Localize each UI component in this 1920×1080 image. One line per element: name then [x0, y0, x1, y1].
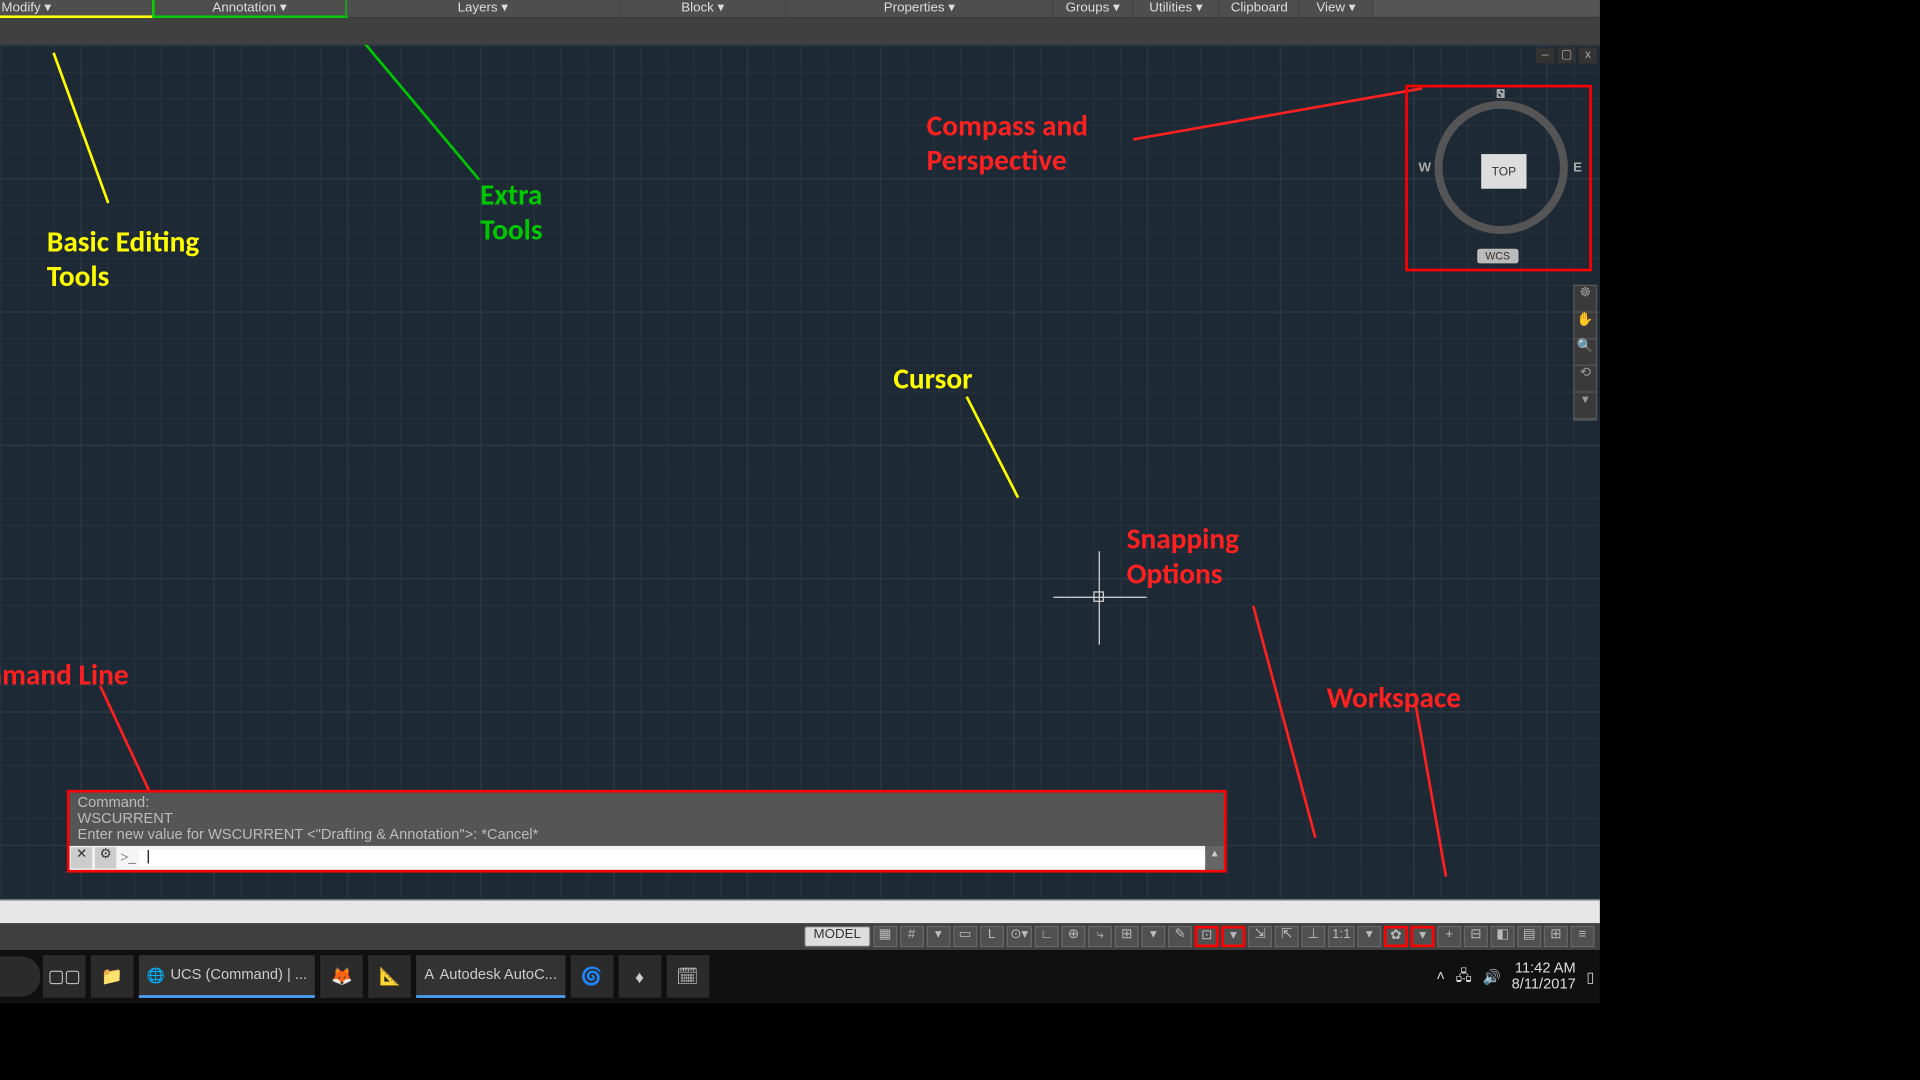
status-btn-11[interactable]: ✎	[1168, 926, 1192, 947]
status-bar: MODEL▦#▾▭L⊙▾∟⊕⤷⊞▾✎⊡▾⇲⇱⊥1:1▾✿▾+⊟◧▤⊞≡	[0, 923, 1600, 950]
nav-wheel-icon[interactable]: ☸	[1575, 286, 1596, 313]
status-btn-21[interactable]: +	[1437, 926, 1461, 947]
panel-view: Base View ▾	[1300, 0, 1373, 17]
panel-annotation: Text Dimension ↗ Linear ▾ ↘ Leader ▾ ▦ T…	[154, 0, 347, 17]
panel-properties: MatchProperties ■ ByLayer —— ByLayer —— …	[787, 0, 1054, 17]
ann-cmdline: Command Line	[0, 658, 129, 693]
tray-net-icon[interactable]: 🖧	[1456, 964, 1472, 989]
status-btn-19[interactable]: ✿	[1384, 926, 1408, 947]
firefox-icon[interactable]: 🦊	[320, 955, 363, 998]
windows-taskbar: ⊞ ◯ Ask me anything ▢▢ 📁 🌐 UCS (Command)…	[0, 950, 1600, 1003]
ribbon: Line Polyline Circle Arc ▾ ▾ ▾ Draw ▾ ✥ …	[0, 0, 1600, 18]
vp-max-icon[interactable]: ▢	[1557, 47, 1576, 63]
panel-clipboard: Paste Clipboard	[1220, 0, 1300, 17]
file-tabs: Start Drawing1 +	[0, 18, 1600, 45]
cmd-close-icon[interactable]: ✕	[71, 847, 92, 868]
status-btn-7[interactable]: ⊕	[1061, 926, 1085, 947]
panel-utilities: Measure Utilities ▾	[1133, 0, 1220, 17]
panel-block: Insert ▢ Create ✎ Edit ✎ Edit Attributes…	[620, 0, 787, 17]
vp-close-icon[interactable]: x	[1579, 47, 1598, 63]
status-btn-26[interactable]: ≡	[1571, 926, 1595, 947]
ann-workspace: Workspace	[1327, 681, 1461, 716]
status-btn-16[interactable]: ⊥	[1301, 926, 1325, 947]
viewcube-top[interactable]: TOP	[1481, 154, 1526, 189]
status-btn-20[interactable]: ▾	[1411, 926, 1435, 947]
ann-basic-edit: Basic EditingTools	[47, 225, 199, 295]
task-icon-2[interactable]: ♦	[618, 955, 661, 998]
layout-tabs: ModelLayout1Layout2+	[0, 899, 1600, 923]
command-input[interactable]	[138, 850, 1205, 866]
task-icon-1[interactable]: 🌀	[570, 955, 613, 998]
drawing-area[interactable]: [–][Top][2D Wireframe] – ▢ x VisualStyle…	[0, 45, 1600, 899]
chrome-task[interactable]: 🌐 UCS (Command) | ...	[139, 955, 315, 998]
ann-compass: Compass andPerspective	[927, 109, 1088, 179]
nav-pan-icon[interactable]: ✋	[1575, 313, 1596, 340]
panel-groups: Group Groups ▾	[1053, 0, 1133, 17]
status-btn-9[interactable]: ⊞	[1115, 926, 1139, 947]
tray-clock[interactable]: 11:42 AM8/11/2017	[1512, 960, 1576, 992]
status-btn-1[interactable]: #	[900, 926, 924, 947]
status-btn-4[interactable]: L	[980, 926, 1004, 947]
tray-notif-icon[interactable]: ▯	[1586, 968, 1594, 985]
status-model[interactable]: MODEL	[804, 926, 870, 947]
status-btn-0[interactable]: ▦	[873, 926, 897, 947]
command-line: Command: WSCURRENT Enter new value for W…	[67, 790, 1227, 873]
panel-layers: LayerProperties ◔ ■ 0 Make Current Match…	[347, 0, 620, 17]
task-view-icon[interactable]: ▢▢	[43, 955, 86, 998]
viewport-window-controls: – ▢ x	[1536, 47, 1597, 63]
task-icon-3[interactable]: 🗓	[666, 955, 709, 998]
ann-snap: SnappingOptions	[1127, 522, 1239, 592]
status-btn-15[interactable]: ⇱	[1275, 926, 1299, 947]
wcs-label[interactable]: WCS	[1477, 249, 1518, 264]
tray-vol-icon[interactable]: 🔊	[1483, 968, 1501, 985]
explorer-icon[interactable]: 📁	[91, 955, 134, 998]
navigation-bar: ☸ ✋ 🔍 ⟲ ▾	[1573, 285, 1597, 421]
status-btn-24[interactable]: ▤	[1517, 926, 1541, 947]
status-btn-23[interactable]: ◧	[1491, 926, 1515, 947]
status-btn-12[interactable]: ⊡	[1195, 926, 1219, 947]
status-btn-6[interactable]: ∟	[1035, 926, 1059, 947]
status-btn-14[interactable]: ⇲	[1248, 926, 1272, 947]
nav-zoom-icon[interactable]: 🔍	[1575, 339, 1596, 366]
tray-up-icon[interactable]: ˄	[1436, 969, 1445, 985]
cmd-opts-icon[interactable]: ⚙	[95, 847, 116, 868]
ann-extra: ExtraTools	[480, 178, 542, 248]
status-btn-22[interactable]: ⊟	[1464, 926, 1488, 947]
grid	[0, 45, 1600, 899]
autocad-window: A ▢ ⌂ 💾 ↶ ↷ Autodesk AutoCAD 2017 - EDUC…	[0, 0, 1600, 950]
viewcube[interactable]: TOP N S W E WCS	[1405, 85, 1592, 272]
status-btn-10[interactable]: ▾	[1141, 926, 1165, 947]
ann-cursor: Cursor	[893, 362, 972, 397]
status-btn-8[interactable]: ⤷	[1088, 926, 1112, 947]
autocad-task[interactable]: A Autodesk AutoC...	[416, 955, 565, 998]
status-btn-13[interactable]: ▾	[1221, 926, 1245, 947]
nav-orbit-icon[interactable]: ⟲	[1575, 366, 1596, 393]
status-btn-3[interactable]: ▭	[953, 926, 977, 947]
status-btn-25[interactable]: ⊞	[1544, 926, 1568, 947]
status-btn-5[interactable]: ⊙▾	[1006, 926, 1032, 947]
cortana-search[interactable]: ◯ Ask me anything	[0, 957, 40, 997]
nav-show-icon[interactable]: ▾	[1575, 393, 1596, 420]
status-btn-18[interactable]: ▾	[1357, 926, 1381, 947]
command-history: Command: WSCURRENT Enter new value for W…	[70, 793, 1224, 846]
panel-modify: ✥ Move⟳ Rotate✂ Trim ▾⎘ Copy⇋ Mirror⦿ Fi…	[0, 0, 154, 17]
status-btn-2[interactable]: ▾	[926, 926, 950, 947]
cmd-expand-icon[interactable]: ▴	[1205, 846, 1224, 870]
status-btn-17[interactable]: 1:1	[1328, 926, 1355, 947]
matlab-icon[interactable]: 📐	[368, 955, 411, 998]
vp-min-icon[interactable]: –	[1536, 47, 1555, 63]
